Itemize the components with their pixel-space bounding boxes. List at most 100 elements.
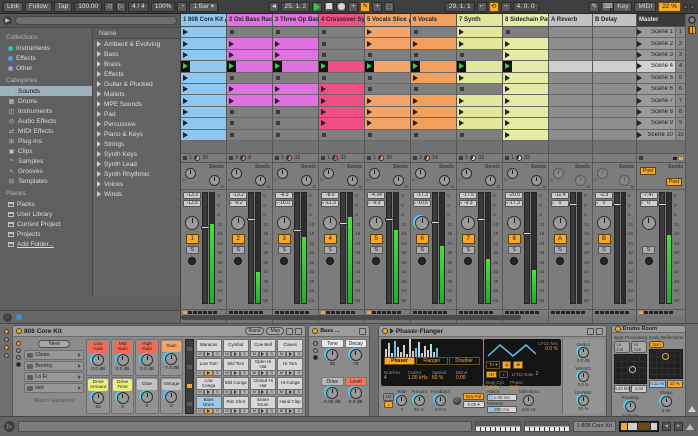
rate-hz-toggle[interactable]: Hz bbox=[382, 393, 395, 401]
category-item-clips[interactable]: ▣ Clips bbox=[0, 146, 92, 156]
send-b-knob[interactable] bbox=[209, 175, 220, 186]
arm-button[interactable] bbox=[556, 257, 564, 265]
clip-slot[interactable] bbox=[503, 72, 548, 85]
clip-slot[interactable] bbox=[411, 95, 456, 107]
browser-folder-row[interactable]: Percussive bbox=[93, 119, 180, 129]
browser-fold-icon[interactable]: ▶ bbox=[3, 16, 12, 25]
clip-launch-icon[interactable] bbox=[365, 38, 374, 48]
input-value-field[interactable]: 4.04 bbox=[630, 385, 648, 393]
spin-button[interactable]: Spin bbox=[649, 341, 664, 348]
clip-launch-icon[interactable] bbox=[457, 95, 466, 105]
loop-length-field[interactable]: 4. 0. 0 bbox=[512, 1, 539, 12]
cue-post-button[interactable]: Post bbox=[640, 167, 657, 175]
info-view-toggle-icon[interactable]: ▷ bbox=[4, 421, 15, 432]
empty-clip-slot[interactable] bbox=[365, 129, 410, 142]
clip-launch-icon[interactable] bbox=[411, 107, 420, 117]
send-a-knob[interactable] bbox=[185, 168, 196, 179]
output-knob[interactable] bbox=[577, 370, 589, 382]
drum-pad-low-tom[interactable]: Low Tom M S bbox=[195, 358, 222, 376]
device-chain-icon[interactable] bbox=[4, 329, 10, 334]
playing-clip-launch-icon[interactable] bbox=[503, 61, 512, 72]
clip-launch-icon[interactable] bbox=[319, 95, 328, 105]
track-activator-button[interactable]: 3 bbox=[277, 234, 291, 244]
browser-folder-row[interactable]: Piano & Keys bbox=[93, 129, 180, 139]
clip-slot[interactable] bbox=[227, 61, 272, 73]
drum-pad-hi-conga[interactable]: Hi-Conga M S bbox=[277, 377, 304, 395]
collection-item-other[interactable]: Other bbox=[0, 63, 92, 73]
control-value[interactable]: 65 % bbox=[414, 407, 424, 412]
pan-knob[interactable] bbox=[461, 216, 476, 230]
empty-clip-slot[interactable] bbox=[411, 129, 456, 142]
clip-slot[interactable] bbox=[503, 49, 548, 62]
macro-value[interactable]: 0.0 dB bbox=[140, 367, 154, 372]
mute-icon[interactable] bbox=[312, 341, 318, 346]
empty-clip-slot[interactable] bbox=[319, 38, 364, 50]
collection-item-instruments[interactable]: Instruments bbox=[0, 43, 92, 53]
empty-clip-slot[interactable] bbox=[411, 49, 456, 62]
input-filter-xy-pad[interactable] bbox=[613, 354, 648, 384]
clip-slot[interactable] bbox=[227, 95, 272, 107]
hot-swap-icon[interactable] bbox=[358, 327, 366, 335]
device-chain-overview[interactable] bbox=[619, 421, 659, 432]
pad-view-icon[interactable] bbox=[16, 362, 22, 367]
track-header[interactable]: A Reverb bbox=[549, 14, 592, 27]
pad-mute-button[interactable]: M bbox=[249, 370, 259, 376]
pad-mute-button[interactable]: M bbox=[222, 370, 232, 376]
hot-swap-icon[interactable] bbox=[286, 327, 294, 335]
volume-fader[interactable] bbox=[385, 192, 395, 304]
pad-play-button[interactable] bbox=[285, 370, 295, 376]
send-b-knob[interactable] bbox=[619, 175, 630, 186]
pan-knob[interactable] bbox=[507, 216, 522, 230]
pad-solo-button[interactable]: S bbox=[212, 408, 222, 414]
solo-button[interactable]: S bbox=[415, 246, 429, 254]
clip-slot[interactable] bbox=[227, 49, 272, 62]
clip-slot[interactable] bbox=[411, 106, 456, 119]
computer-midi-keyboard-icon[interactable]: ⌨ bbox=[601, 1, 613, 12]
param-value[interactable]: 36 bbox=[330, 362, 335, 367]
clip-stop-icon[interactable] bbox=[273, 118, 282, 128]
pad-play-button[interactable] bbox=[231, 351, 241, 357]
variation-row-lo-fi[interactable]: Lo Fi bbox=[24, 372, 85, 382]
output-knob[interactable] bbox=[577, 346, 589, 358]
volume-field[interactable]: 0 bbox=[595, 200, 613, 207]
input-value-field[interactable]: 4.33 kHz bbox=[613, 385, 630, 393]
hi-cut-button[interactable]: Hi Cut bbox=[631, 341, 648, 353]
duty-cycle-value[interactable]: 0.0 % bbox=[486, 385, 499, 391]
session-horizontal-scrollbar[interactable] bbox=[181, 315, 521, 320]
pad-play-button[interactable] bbox=[285, 408, 295, 414]
pad-solo-button[interactable]: S bbox=[240, 389, 249, 395]
expand-arrow-icon[interactable] bbox=[97, 131, 101, 137]
key-map-button[interactable]: Key bbox=[613, 1, 633, 12]
clip-stop-icon[interactable] bbox=[227, 107, 236, 117]
send-b-knob[interactable] bbox=[531, 175, 542, 186]
clip-launch-icon[interactable] bbox=[181, 84, 190, 94]
recall-arrow-icon[interactable] bbox=[78, 375, 82, 379]
clip-launch-icon[interactable] bbox=[181, 95, 190, 105]
clip-launch-icon[interactable] bbox=[181, 73, 190, 83]
browser-name-column-header[interactable]: Name bbox=[93, 28, 180, 39]
chain-scroll-right-icon[interactable]: ▸ bbox=[674, 422, 683, 431]
arm-button[interactable] bbox=[234, 257, 243, 265]
send-b-knob[interactable] bbox=[255, 175, 266, 186]
drum-pad-mid-conga[interactable]: Mid Conga M S bbox=[222, 377, 249, 395]
browser-folder-row[interactable]: Effects bbox=[93, 69, 180, 79]
clip-stop-icon[interactable] bbox=[319, 73, 328, 83]
clip-slot[interactable] bbox=[411, 72, 456, 85]
recall-arrow-icon[interactable] bbox=[78, 386, 82, 390]
clip-launch-icon[interactable] bbox=[457, 38, 466, 48]
pad-mute-button[interactable]: M bbox=[222, 389, 232, 395]
clip-slot[interactable] bbox=[319, 61, 364, 73]
pan-knob[interactable] bbox=[277, 216, 292, 230]
scene-row[interactable]: Scene 11 bbox=[637, 27, 685, 39]
arm-button[interactable] bbox=[600, 257, 608, 265]
track-stop-icon[interactable] bbox=[275, 156, 279, 160]
quantization-menu[interactable]: 1 Bar ▾ bbox=[189, 1, 219, 12]
clip-stop-icon[interactable] bbox=[411, 130, 420, 140]
clip-launch-icon[interactable] bbox=[503, 84, 512, 94]
device-scroll-up-icon[interactable] bbox=[688, 406, 697, 412]
browser-folder-row[interactable]: Guitar & Plucked bbox=[93, 79, 180, 89]
variation-row-clean[interactable]: Clean bbox=[24, 350, 85, 360]
volume-fader[interactable] bbox=[613, 192, 622, 304]
pad-mute-button[interactable]: M bbox=[249, 351, 259, 357]
clip-stop-icon[interactable] bbox=[227, 27, 236, 37]
